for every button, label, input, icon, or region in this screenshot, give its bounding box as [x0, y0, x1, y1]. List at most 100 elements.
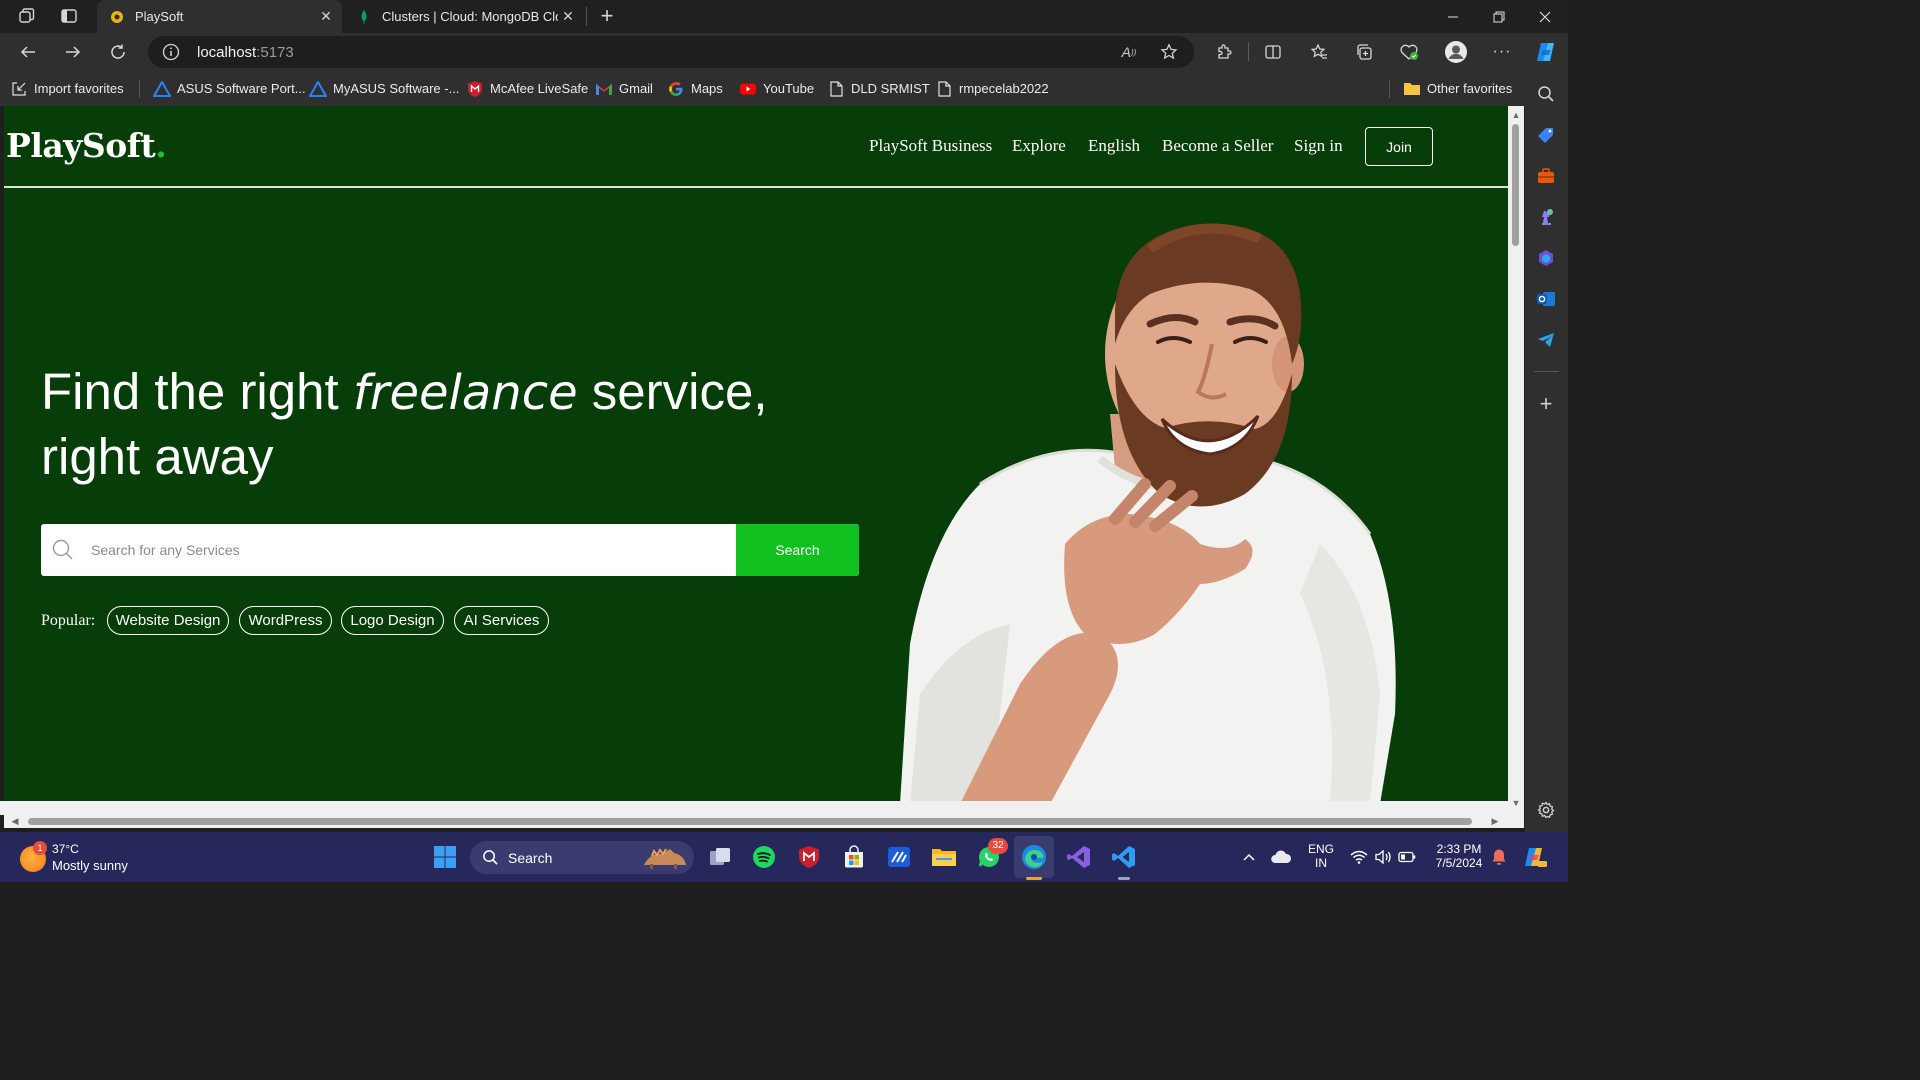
- profile-avatar-icon[interactable]: [1440, 37, 1472, 67]
- spotify-icon[interactable]: [749, 842, 779, 872]
- asus-logo-icon: [309, 80, 327, 98]
- fav-youtube[interactable]: YouTube: [739, 71, 814, 106]
- hero-title: Find the right freelance service, right …: [41, 363, 768, 485]
- scroll-up-arrow-icon[interactable]: ▲: [1511, 110, 1521, 120]
- tools-briefcase-icon[interactable]: [1533, 163, 1559, 189]
- popular-tag-wordpress[interactable]: WordPress: [239, 606, 332, 635]
- outlook-icon[interactable]: [1533, 286, 1559, 312]
- horizontal-scrollbar[interactable]: ◀ ▶: [4, 815, 1508, 828]
- sidebar-settings-gear-icon[interactable]: [1533, 797, 1559, 823]
- scroll-right-arrow-icon[interactable]: ▶: [1490, 816, 1500, 827]
- close-tab-icon[interactable]: ✕: [316, 7, 336, 27]
- fav-other-favorites[interactable]: Other favorites: [1403, 71, 1512, 106]
- vscode-icon[interactable]: [1109, 842, 1139, 872]
- copilot-taskbar-icon[interactable]: [1520, 842, 1550, 872]
- playsoft-logo[interactable]: PlaySoft.: [6, 126, 167, 165]
- close-tab-icon[interactable]: ✕: [558, 7, 578, 27]
- battery-icon[interactable]: [1392, 842, 1422, 872]
- fav-dld-srmist[interactable]: DLD SRMIST: [827, 71, 930, 106]
- collections-icon[interactable]: [1348, 37, 1380, 67]
- tab-playsoft[interactable]: PlaySoft ✕: [97, 0, 342, 33]
- vertical-scroll-thumb[interactable]: [1512, 124, 1519, 246]
- asus-logo-icon: [153, 80, 171, 98]
- horizontal-scroll-thumb[interactable]: [28, 818, 1472, 825]
- games-chess-icon[interactable]: [1533, 204, 1559, 230]
- extensions-icon[interactable]: [1208, 37, 1240, 67]
- fav-myasus-software[interactable]: MyASUS Software -...: [309, 71, 459, 106]
- popular-tag-website-design[interactable]: Website Design: [107, 606, 229, 635]
- scroll-left-arrow-icon[interactable]: ◀: [10, 816, 20, 827]
- telegram-send-icon[interactable]: [1533, 327, 1559, 353]
- settings-more-icon[interactable]: ···: [1486, 37, 1518, 67]
- fav-gmail[interactable]: Gmail: [595, 71, 653, 106]
- tab-mongodb[interactable]: Clusters | Cloud: MongoDB Cloud ✕: [344, 0, 584, 33]
- fav-mcafee-livesafe[interactable]: McAfee LiveSafe: [466, 71, 588, 106]
- service-search-input[interactable]: [91, 524, 731, 576]
- nav-explore[interactable]: Explore: [1012, 136, 1066, 156]
- mongodb-leaf-icon: [356, 9, 372, 25]
- microsoft-365-icon[interactable]: [1533, 245, 1559, 271]
- file-explorer-icon[interactable]: [929, 842, 959, 872]
- onedrive-cloud-icon[interactable]: [1266, 842, 1296, 872]
- microsoft-store-icon[interactable]: [839, 842, 869, 872]
- scroll-down-arrow-icon[interactable]: ▼: [1511, 798, 1521, 808]
- hero-person-image: [900, 223, 1396, 801]
- workspaces-icon[interactable]: [12, 4, 42, 28]
- page-icon: [827, 80, 845, 98]
- myasus-icon[interactable]: [884, 842, 914, 872]
- shopping-tag-icon[interactable]: [1533, 122, 1559, 148]
- fav-import-favorites[interactable]: Import favorites: [10, 71, 124, 106]
- refresh-icon[interactable]: [102, 37, 134, 67]
- browser-essentials-icon[interactable]: [1393, 37, 1425, 67]
- nav-sign-in[interactable]: Sign in: [1294, 136, 1343, 156]
- mcafee-icon[interactable]: [794, 842, 824, 872]
- minimize-icon[interactable]: [1430, 0, 1476, 33]
- task-view-icon[interactable]: [705, 842, 735, 872]
- youtube-icon: [739, 80, 757, 98]
- site-info-icon[interactable]: [162, 43, 180, 61]
- weather-description: Mostly sunny: [52, 858, 128, 873]
- popular-tag-ai-services[interactable]: AI Services: [454, 606, 549, 635]
- visual-studio-icon[interactable]: [1064, 842, 1094, 872]
- edge-browser-icon[interactable]: [1019, 842, 1049, 872]
- forward-icon[interactable]: [57, 37, 89, 67]
- whatsapp-unread-badge: 32: [988, 838, 1008, 854]
- split-screen-icon[interactable]: [1257, 37, 1289, 67]
- back-icon[interactable]: [12, 37, 44, 67]
- new-tab-icon[interactable]: +: [592, 3, 622, 28]
- search-button[interactable]: Search: [736, 524, 859, 576]
- join-button[interactable]: Join: [1365, 127, 1433, 166]
- nav-playsoft-business[interactable]: PlaySoft Business: [869, 136, 992, 156]
- edge-sidebar: +: [1525, 71, 1568, 832]
- nav-english[interactable]: English: [1088, 136, 1140, 156]
- page-icon: [935, 80, 953, 98]
- copilot-icon[interactable]: [1530, 37, 1562, 67]
- fav-maps[interactable]: Maps: [667, 71, 723, 106]
- vertical-scrollbar[interactable]: ▲ ▼: [1508, 106, 1524, 815]
- whatsapp-icon[interactable]: 32: [974, 838, 1008, 872]
- taskbar-search-box[interactable]: Search: [470, 841, 694, 874]
- folder-icon: [1403, 80, 1421, 98]
- restore-icon[interactable]: [1476, 0, 1522, 33]
- address-url[interactable]: localhost:5173: [197, 44, 294, 61]
- favorites-icon[interactable]: [1303, 37, 1335, 67]
- clock[interactable]: 2:33 PM 7/5/2024: [1426, 842, 1492, 870]
- nav-become-a-seller[interactable]: Become a Seller: [1162, 136, 1273, 156]
- read-aloud-icon[interactable]: A)): [1118, 42, 1140, 62]
- tab-title: PlaySoft: [135, 9, 184, 24]
- notification-bell-icon[interactable]: [1484, 842, 1514, 872]
- popular-tag-logo-design[interactable]: Logo Design: [341, 606, 444, 635]
- add-sidebar-app-icon[interactable]: +: [1533, 391, 1559, 417]
- show-hidden-icons-chevron-icon[interactable]: [1234, 842, 1264, 872]
- fav-rmpecelab2022[interactable]: rmpecelab2022: [935, 71, 1049, 106]
- address-bar[interactable]: localhost:5173 A)): [148, 36, 1194, 68]
- windows-start-icon[interactable]: [430, 842, 460, 872]
- close-window-icon[interactable]: [1522, 0, 1568, 33]
- weather-temperature: 37°C: [52, 842, 79, 856]
- add-favorite-star-icon[interactable]: [1158, 42, 1180, 62]
- page-viewport: PlaySoft. PlaySoft Business Explore Engl…: [4, 106, 1508, 801]
- input-language-indicator[interactable]: ENG IN: [1304, 842, 1338, 870]
- sidebar-search-icon[interactable]: [1533, 81, 1559, 107]
- fav-asus-software-portal[interactable]: ASUS Software Port...: [153, 71, 306, 106]
- tab-actions-icon[interactable]: [54, 4, 84, 28]
